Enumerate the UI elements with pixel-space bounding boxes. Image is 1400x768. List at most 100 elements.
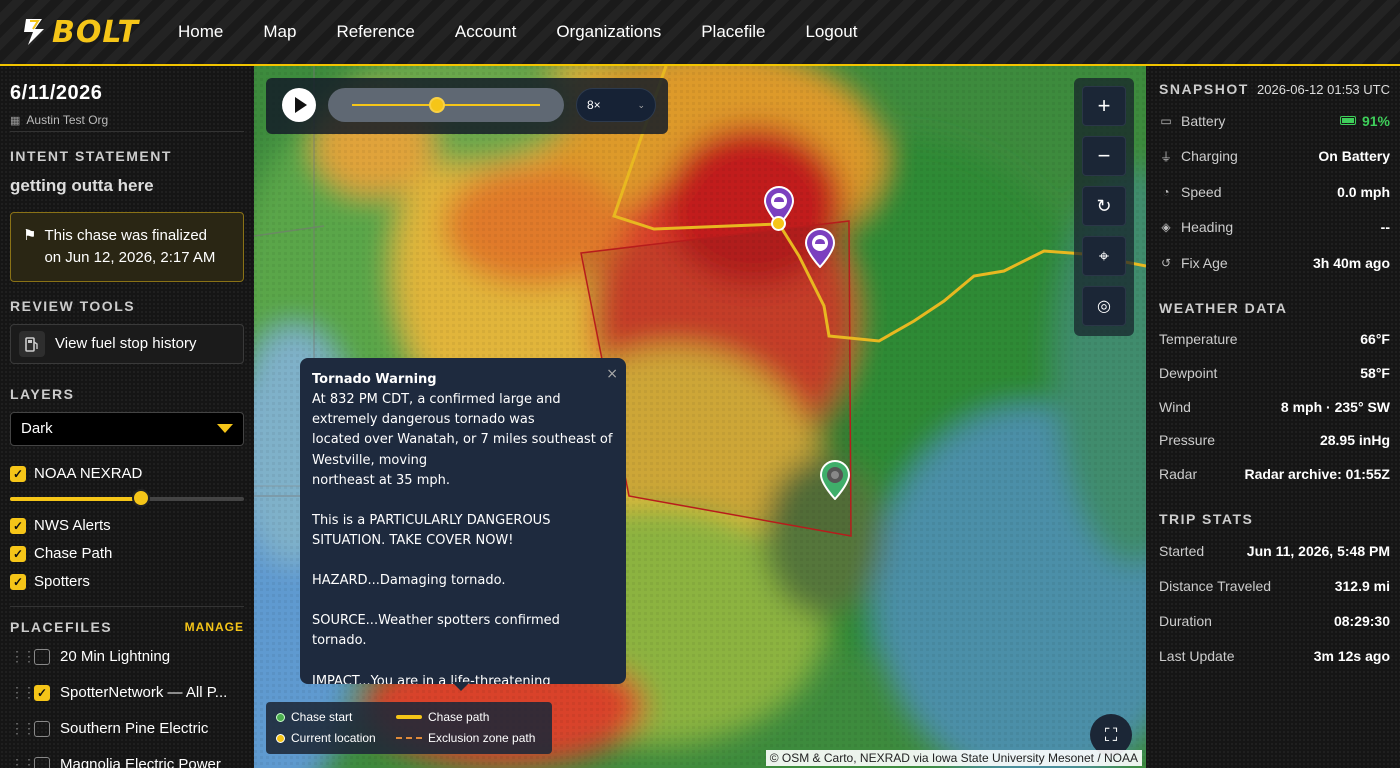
green-dot-icon	[276, 712, 285, 722]
layer-nexrad-checkbox[interactable]: ✓	[10, 465, 26, 482]
snapshot-label: Battery	[1181, 112, 1226, 129]
popup-title: Tornado Warning	[312, 372, 437, 387]
placefile-label: SpotterNetwork — All P...	[60, 684, 228, 701]
playback-speed-select[interactable]: 8× ⌄	[576, 88, 656, 122]
weather-label: Dewpoint	[1159, 365, 1218, 381]
nexrad-opacity-slider[interactable]	[10, 488, 244, 508]
center-location-button[interactable]: ◎	[1082, 286, 1126, 326]
snapshot-row-battery: ▭ Battery 91%	[1159, 103, 1390, 138]
weather-value: 8 mph · 235° SW	[1280, 398, 1390, 415]
nav-home[interactable]: Home	[178, 22, 223, 42]
playback-timeline-handle[interactable]	[428, 97, 445, 113]
lightning-logo-icon	[24, 19, 44, 45]
history-icon: ↺	[1160, 255, 1172, 270]
snapshot-row-fix-age: ↺ Fix Age 3h 40m ago	[1159, 245, 1390, 280]
nav-organizations[interactable]: Organizations	[556, 22, 661, 42]
top-nav-bar: BOLT Home Map Reference Account Organiza…	[0, 0, 1400, 66]
zoom-in-button[interactable]: +	[1082, 86, 1126, 126]
trip-label: Last Update	[1159, 647, 1235, 664]
trip-value: 312.9 mi	[1334, 577, 1390, 594]
placefiles-title: PLACEFILES	[10, 618, 113, 635]
drag-handle-icon[interactable]: ⋮⋮	[10, 648, 36, 665]
playback-timeline[interactable]	[328, 88, 564, 122]
bolt-logo[interactable]: BOLT	[22, 15, 172, 50]
drag-handle-icon[interactable]: ⋮⋮	[10, 720, 36, 737]
fuel-stop-history-label: View fuel stop history	[55, 335, 197, 352]
nav-account[interactable]: Account	[455, 22, 516, 42]
trip-row: Started Jun 11, 2026, 5:48 PM	[1159, 533, 1390, 568]
compass-icon: ◈	[1161, 220, 1171, 234]
drag-handle-icon[interactable]: ⋮⋮	[10, 684, 36, 701]
spotter-marker[interactable]	[804, 228, 836, 268]
chase-start-marker[interactable]	[819, 460, 851, 500]
weather-data-title: WEATHER DATA	[1159, 300, 1288, 316]
nav-map[interactable]: Map	[263, 22, 296, 42]
placefile-label: Southern Pine Electric	[60, 720, 209, 737]
basemap-select[interactable]: Dark	[10, 411, 244, 446]
placefile-checkbox[interactable]	[34, 648, 50, 665]
nexrad-opacity-fill	[10, 496, 142, 501]
layer-chase-path-checkbox[interactable]: ✓	[10, 545, 26, 562]
yellow-dot-icon	[276, 733, 285, 743]
popup-line: At 832 PM CDT, a confirmed large and	[312, 392, 561, 408]
layer-spotters-checkbox[interactable]: ✓	[10, 573, 26, 590]
fullscreen-icon: ⛶	[1104, 724, 1118, 745]
trip-stats-title: TRIP STATS	[1159, 511, 1254, 527]
drag-handle-icon[interactable]: ⋮⋮	[10, 756, 36, 768]
trip-value: 3m 12s ago	[1313, 647, 1390, 664]
dashed-line-icon	[396, 737, 422, 739]
placefile-item[interactable]: ⋮⋮ 20 Min Lightning	[10, 639, 244, 675]
nav-placefile[interactable]: Placefile	[701, 22, 765, 42]
close-icon[interactable]: ×	[606, 364, 618, 386]
layer-nws-alerts-checkbox[interactable]: ✓	[10, 517, 26, 534]
placefile-checkbox[interactable]: ✓	[34, 684, 50, 701]
placefile-item[interactable]: ⋮⋮ Southern Pine Electric	[10, 711, 244, 747]
plug-icon: ⏚	[1159, 149, 1172, 164]
fix-age-value: 3h 40m ago	[1312, 254, 1390, 271]
plus-icon: +	[1097, 93, 1111, 118]
left-sidebar: 6/11/2026 ▦ Austin Test Org INTENT STATE…	[0, 66, 254, 768]
map-attribution: © OSM & Carto, NEXRAD via Iowa State Uni…	[765, 750, 1142, 766]
layer-nws-alerts[interactable]: ✓ NWS Alerts	[10, 512, 244, 540]
locate-button[interactable]: ⌖	[1082, 236, 1126, 276]
legend-exclusion-path: Exclusion zone path	[396, 731, 535, 745]
popup-paragraph: HAZARD...Damaging tornado.	[312, 573, 506, 589]
layer-nexrad[interactable]: ✓ NOAA NEXRAD	[10, 460, 244, 488]
nav-reference[interactable]: Reference	[336, 22, 414, 42]
layer-chase-path[interactable]: ✓ Chase Path	[10, 540, 244, 568]
layer-nexrad-label: NOAA NEXRAD	[34, 465, 143, 482]
checkered-flag-icon: ⚑	[23, 227, 37, 244]
placefile-checkbox[interactable]	[34, 756, 50, 768]
popup-pointer	[452, 682, 470, 691]
speedometer-icon: ◔	[1162, 184, 1170, 199]
radar-map[interactable]: 8× ⌄ + − ↻ ⌖ ◎ × Tornado Warning At 832 …	[254, 66, 1146, 768]
placefile-item[interactable]: ⋮⋮ ✓ SpotterNetwork — All P...	[10, 675, 244, 711]
play-button[interactable]	[282, 88, 316, 122]
placefile-item[interactable]: ⋮⋮ Magnolia Electric Power	[10, 747, 244, 768]
layer-chase-path-label: Chase Path	[34, 545, 113, 562]
popup-paragraph: This is a PARTICULARLY DANGEROUS SITUATI…	[312, 512, 551, 548]
finalized-line-2: on Jun 12, 2026, 2:17 AM	[44, 248, 216, 266]
playback-timeline-track	[352, 104, 540, 106]
snapshot-label: Heading	[1181, 219, 1234, 235]
nexrad-opacity-handle[interactable]	[132, 488, 151, 507]
fuel-stop-history-button[interactable]: View fuel stop history	[10, 323, 244, 364]
current-location-dot[interactable]	[771, 216, 786, 231]
manage-placefiles-link[interactable]: MANAGE	[185, 620, 244, 634]
nav-logout[interactable]: Logout	[805, 22, 857, 42]
reset-view-button[interactable]: ↻	[1082, 186, 1126, 226]
basemap-select-value: Dark	[21, 420, 53, 437]
placefile-label: 20 Min Lightning	[60, 648, 171, 665]
weather-row: Wind 8 mph · 235° SW	[1159, 390, 1390, 423]
trip-label: Distance Traveled	[1159, 577, 1272, 594]
placefile-label: Magnolia Electric Power	[60, 756, 221, 768]
chevron-down-icon: ⌄	[637, 99, 645, 110]
weather-row: Dewpoint 58°F	[1159, 356, 1390, 390]
map-controls: + − ↻ ⌖ ◎	[1074, 78, 1134, 336]
placefile-checkbox[interactable]	[34, 720, 50, 737]
snapshot-label: Fix Age	[1181, 254, 1228, 271]
zoom-out-button[interactable]: −	[1082, 136, 1126, 176]
battery-value: 91%	[1361, 112, 1390, 129]
legend-label: Current location	[291, 731, 376, 745]
layer-spotters[interactable]: ✓ Spotters	[10, 568, 244, 596]
